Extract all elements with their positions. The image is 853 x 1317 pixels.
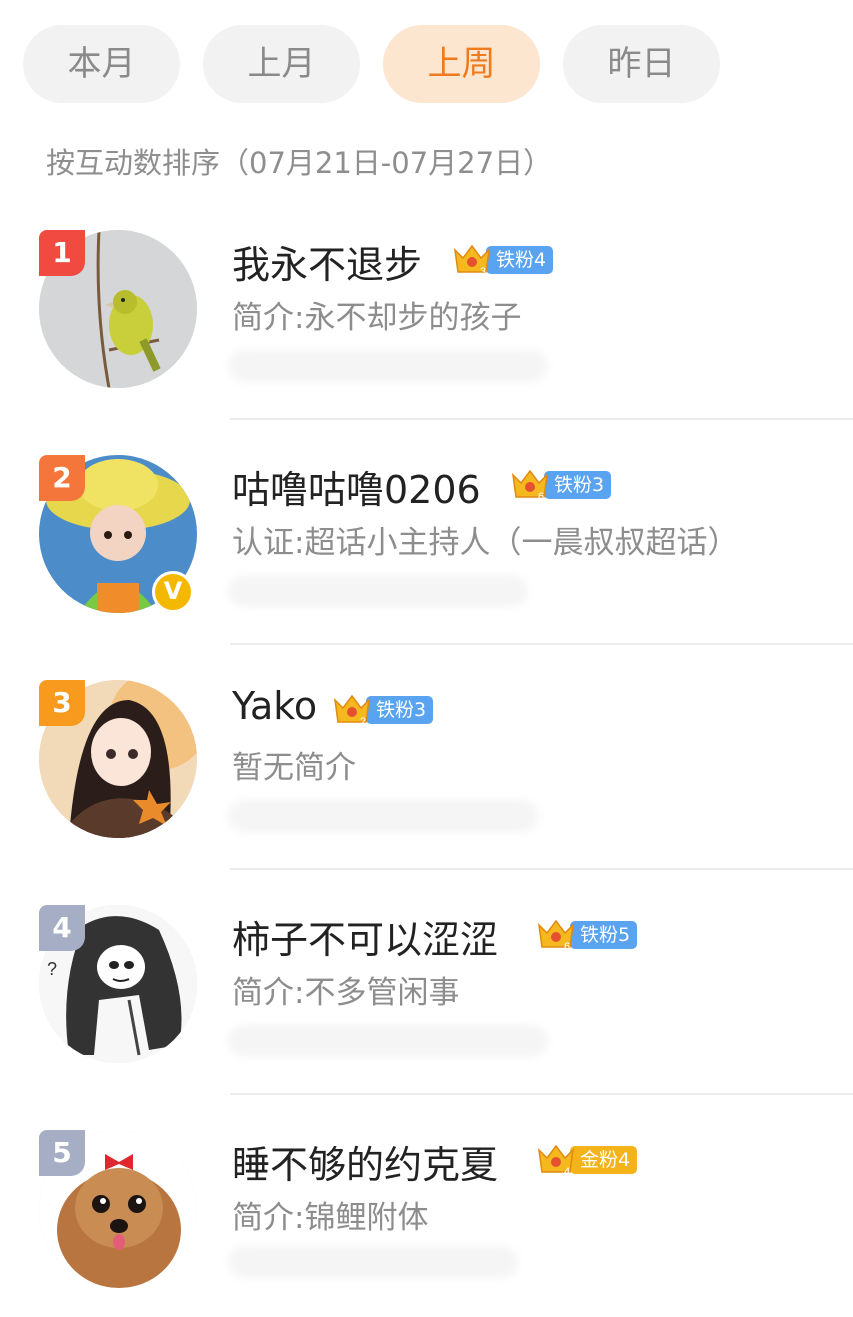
divider xyxy=(230,643,853,645)
tab-last-month[interactable]: 上月 xyxy=(203,25,360,103)
user-bio: 简介:永不却步的孩子 xyxy=(232,300,522,336)
crown-icon: 3 xyxy=(452,242,492,278)
blurred-content xyxy=(228,575,528,607)
rank-badge: 5 xyxy=(39,1130,85,1176)
fan-badge: 6 铁粉5 xyxy=(536,917,638,953)
divider xyxy=(230,868,853,870)
blurred-content xyxy=(228,1246,518,1278)
svg-text:6: 6 xyxy=(538,491,544,503)
list-item[interactable]: 1 我永不退步 3 铁粉4 简介:永不却步的孩子 xyxy=(0,230,853,456)
svg-text:3: 3 xyxy=(480,266,486,278)
tab-overflow-edge[interactable]: ▕ xyxy=(845,25,853,103)
svg-text:?: ? xyxy=(47,959,57,979)
blurred-content xyxy=(228,350,548,382)
tab-yesterday[interactable]: 昨日 xyxy=(563,25,720,103)
rank-badge: 4 xyxy=(39,905,85,951)
divider xyxy=(230,1093,853,1095)
crown-icon: 6 xyxy=(510,467,550,503)
svg-text:2: 2 xyxy=(360,716,366,728)
user-name[interactable]: Yako xyxy=(232,684,317,728)
divider xyxy=(230,418,853,420)
tab-this-month[interactable]: 本月 xyxy=(23,25,180,103)
period-tabs: 本月 上月 上周 昨日 ▕ xyxy=(23,25,853,103)
fan-ranking-page: 本月 上月 上周 昨日 ▕ 按互动数排序（07月21日-07月27日） 1 我永… xyxy=(0,0,853,1317)
sort-caption: 按互动数排序（07月21日-07月27日） xyxy=(46,146,553,180)
user-bio: 简介:锦鲤附体 xyxy=(232,1200,429,1236)
fan-level-label: 金粉4 xyxy=(570,1146,638,1174)
list-item[interactable]: 5 睡不够的约克夏 4 金粉4 简介:锦鲤附体 xyxy=(0,1130,853,1317)
user-bio: 认证:超话小主持人（一晨叔叔超话） xyxy=(232,525,739,561)
blurred-content xyxy=(228,1025,548,1057)
user-bio: 暂无简介 xyxy=(232,750,356,786)
fan-level-label: 铁粉3 xyxy=(544,471,612,499)
user-name[interactable]: 咕噜咕噜0206 xyxy=(232,459,481,514)
tab-last-week[interactable]: 上周 xyxy=(383,25,540,103)
fan-badge: 2 铁粉3 xyxy=(332,692,434,728)
crown-icon: 4 xyxy=(536,1142,576,1178)
rank-badge: 2 xyxy=(39,455,85,501)
list-item[interactable]: 3 Yako 2 铁粉3 暂无简介 xyxy=(0,680,853,906)
svg-text:4: 4 xyxy=(564,1166,570,1178)
user-name[interactable]: 我永不退步 xyxy=(232,234,422,289)
user-name[interactable]: 睡不够的约克夏 xyxy=(232,1134,498,1189)
list-item[interactable]: ? 4 柿子不可以涩涩 6 铁粉5 简介:不多管闲事 xyxy=(0,905,853,1131)
fan-level-label: 铁粉5 xyxy=(570,921,638,949)
fan-level-label: 铁粉3 xyxy=(366,696,434,724)
blurred-content xyxy=(228,800,538,832)
user-bio: 简介:不多管闲事 xyxy=(232,975,460,1011)
fan-badge: 6 铁粉3 xyxy=(510,467,612,503)
user-name[interactable]: 柿子不可以涩涩 xyxy=(232,909,498,964)
list-item[interactable]: 2 V 咕噜咕噜0206 6 铁粉3 认证:超话小主持人（一晨叔叔超话） xyxy=(0,455,853,681)
rank-badge: 3 xyxy=(39,680,85,726)
fan-level-label: 铁粉4 xyxy=(486,246,554,274)
verified-badge-icon: V xyxy=(152,571,194,613)
fan-badge: 3 铁粉4 xyxy=(452,242,554,278)
rank-badge: 1 xyxy=(39,230,85,276)
fan-badge: 4 金粉4 xyxy=(536,1142,638,1178)
crown-icon: 6 xyxy=(536,917,576,953)
svg-text:6: 6 xyxy=(564,941,570,953)
crown-icon: 2 xyxy=(332,692,372,728)
